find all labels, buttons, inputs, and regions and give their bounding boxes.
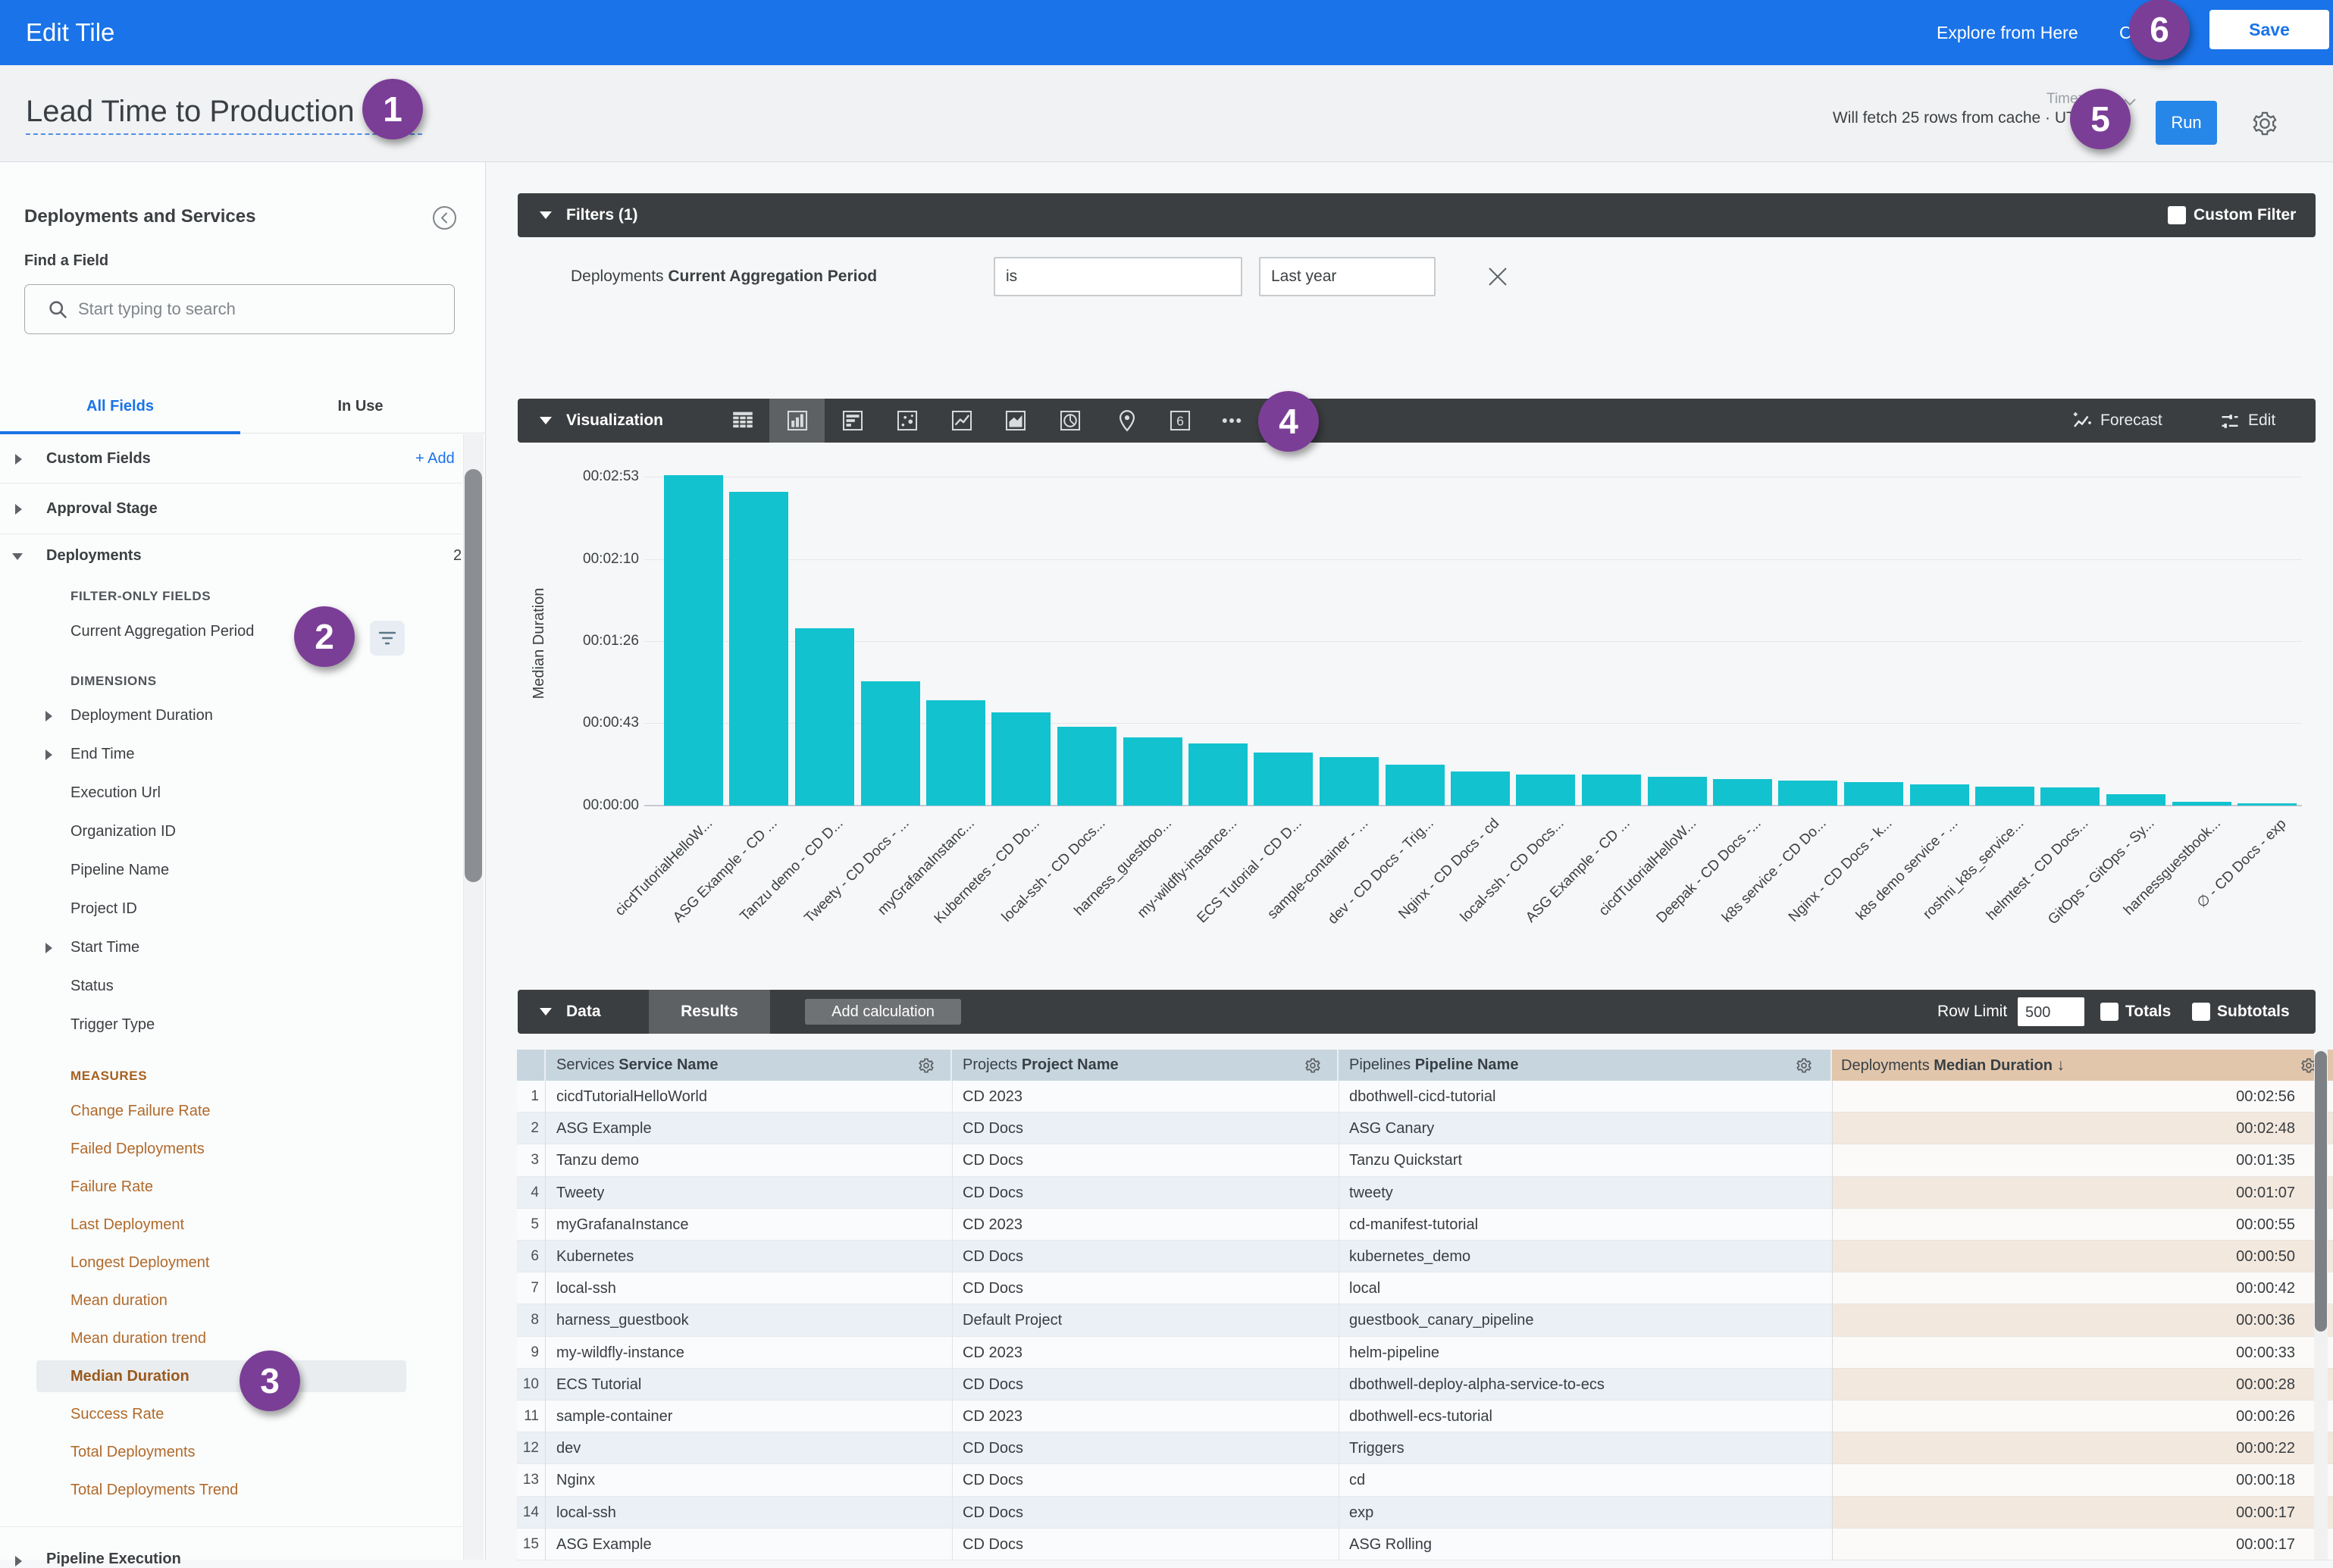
svg-text:6: 6 (1176, 413, 1184, 428)
